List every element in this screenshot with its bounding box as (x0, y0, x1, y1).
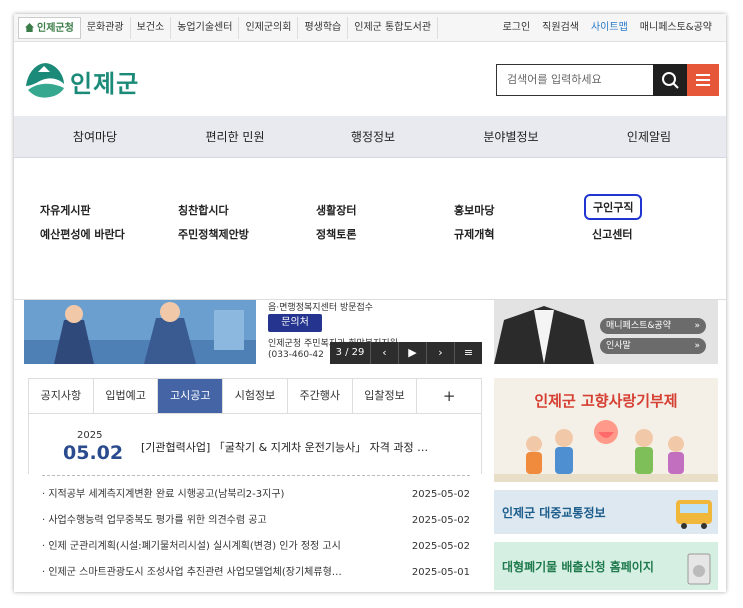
utility-bar: 인제군청 문화관광 보건소 농업기술센터 인제군의회 평생학습 인제군 통합도서… (14, 14, 726, 42)
logo-mountain-icon (26, 63, 64, 98)
tab-weekly-events[interactable]: 주간행사 (288, 379, 353, 413)
gnb-admin-info[interactable]: 행정정보 (308, 116, 438, 158)
bus-icon (676, 500, 712, 529)
list-item[interactable]: · 인제군 스마트관광도시 조성사업 추진관련 사업모델업체(장기체류형… 20… (42, 560, 470, 586)
link-injegun[interactable]: 인제군청 (18, 17, 81, 39)
list-icon: ≡ (463, 346, 474, 359)
tab-public-notice[interactable]: 고시공고 (158, 379, 224, 413)
main-navigation: 참여마당 편리한 민원 행정정보 분야별정보 인제알림 (14, 116, 726, 158)
slide-list-button[interactable]: ≡ (454, 342, 482, 364)
link-council[interactable]: 인제군의회 (239, 17, 299, 39)
main-visual-slider: 읍·면행정복지센터 방문접수 문의처 인제군청 주민복지과 희망복지지원 (03… (24, 300, 482, 364)
visual-illustration (24, 300, 256, 364)
chevron-right-icon: › (438, 346, 443, 359)
search-input[interactable]: 검색어를 입력하세요 (496, 64, 654, 96)
list-item[interactable]: · 지적공부 세계측지계변환 완료 시행공고(남북리2-3지구) 2025-05… (42, 482, 470, 508)
submenu-report-center[interactable]: 신고센터 (592, 226, 632, 242)
divider (42, 475, 470, 476)
family-site-links: 인제군청 문화관광 보건소 농업기술센터 인제군의회 평생학습 인제군 통합도서… (18, 17, 439, 39)
manifesto-button[interactable]: 매니페스트&공약» (600, 318, 706, 334)
double-chevron-icon: » (694, 321, 700, 331)
link-agri-center[interactable]: 농업기술센터 (171, 17, 240, 39)
notice-list: · 지적공부 세계측지계변환 완료 시행공고(남북리2-3지구) 2025-05… (42, 482, 470, 586)
submenu-policy-debate[interactable]: 정책토론 (316, 226, 356, 242)
site-logo[interactable]: 인제군 (24, 54, 154, 104)
submenu-regulation-reform[interactable]: 규제개혁 (454, 226, 494, 242)
submenu-market[interactable]: 생활장터 (316, 202, 356, 218)
featured-date: 05.02 (63, 442, 124, 464)
more-button[interactable]: + (417, 379, 481, 413)
featured-notice[interactable]: 2025 05.02 [기관협력사업] 「굴착기 & 지게차 운전기능사」 자격… (28, 414, 482, 474)
member-links: 로그인 직원검색 사이트맵 매니페스토&공약 (497, 17, 718, 39)
submenu-promotion[interactable]: 홍보마당 (454, 202, 494, 218)
slide-counter: 3 / 29 (335, 347, 365, 358)
submenu-job-board[interactable]: 구인구직 (584, 194, 643, 220)
list-item[interactable]: · 인제 군관리계획(시설:폐기물처리시설) 실시계획(변경) 인가 정정 고시… (42, 534, 470, 560)
submenu-policy-proposal[interactable]: 주민정책제안방 (178, 226, 249, 242)
link-library[interactable]: 인제군 통합도서관 (348, 17, 439, 39)
tab-notices[interactable]: 공지사항 (29, 379, 94, 413)
featured-year: 2025 (77, 430, 103, 441)
submenu-praise[interactable]: 칭찬합시다 (178, 202, 229, 218)
mayor-banner: 매니페스트&공약» 인사말» (494, 300, 718, 364)
next-slide-button[interactable]: › (426, 342, 454, 364)
public-transit-banner[interactable]: 인제군 대중교통정보 (494, 490, 718, 534)
gnb-field-info[interactable]: 분야별정보 (446, 116, 576, 158)
tab-bid-info[interactable]: 입찰정보 (353, 379, 418, 413)
gnb-participation[interactable]: 참여마당 (30, 116, 160, 158)
tab-legislation[interactable]: 입법예고 (94, 379, 159, 413)
chevron-left-icon: ‹ (382, 346, 387, 359)
submenu-budget[interactable]: 예산편성에 바란다 (40, 226, 125, 242)
visual-line-3: (033-460-42 (268, 350, 324, 360)
slider-controls: 3 / 29 ‹ ▶ › ≡ (330, 342, 482, 364)
double-chevron-icon: » (694, 341, 700, 351)
participation-submenu: 자유게시판 칭찬합시다 생활장터 홍보마당 구인구직 예산편성에 바란다 주민정… (14, 158, 726, 300)
board-tabs: 공지사항 입법예고 고시공고 시험정보 주간행사 입찰정보 + (28, 378, 482, 414)
gnb-notice[interactable]: 인제알림 (584, 116, 714, 158)
browser-page: 인제군청 문화관광 보건소 농업기술센터 인제군의회 평생학습 인제군 통합도서… (14, 14, 726, 592)
bulky-waste-banner[interactable]: 대형폐기물 배출신청 홈페이지 (494, 542, 718, 590)
contact-button[interactable]: 문의처 (268, 314, 322, 332)
home-icon (25, 23, 34, 32)
family-illustration (494, 420, 718, 482)
list-item[interactable]: · 사업수행능력 업무중복도 평가를 위한 의견수렴 공고 2025-05-02 (42, 508, 470, 534)
login-link[interactable]: 로그인 (497, 17, 537, 39)
link-culture-tour[interactable]: 문화관광 (80, 17, 131, 39)
play-button[interactable]: ▶ (398, 342, 426, 364)
sitemap-link[interactable]: 사이트맵 (585, 17, 634, 39)
staff-search-link[interactable]: 직원검색 (536, 17, 585, 39)
play-icon: ▶ (408, 346, 417, 359)
submenu-free-board[interactable]: 자유게시판 (40, 202, 91, 218)
logo-text: 인제군 (70, 70, 140, 98)
visual-line-1: 읍·면행정복지센터 방문접수 (268, 303, 374, 313)
manifesto-link[interactable]: 매니페스토&공약 (634, 17, 718, 39)
prev-slide-button[interactable]: ‹ (370, 342, 398, 364)
hamburger-icon (696, 74, 710, 76)
tab-exam-info[interactable]: 시험정보 (223, 379, 288, 413)
greeting-button[interactable]: 인사말» (600, 338, 706, 354)
search-button[interactable] (653, 64, 687, 96)
appliance-icon (687, 553, 711, 585)
link-lifelong-learning[interactable]: 평생학습 (298, 17, 349, 39)
gnb-civil-service[interactable]: 편리한 민원 (170, 116, 300, 158)
featured-title[interactable]: [기관협력사업] 「굴착기 & 지게차 운전기능사」 자격 과정 … (141, 439, 451, 455)
hometown-donation-banner[interactable]: 인제군 고향사랑기부제 (494, 378, 718, 482)
search-icon (662, 72, 679, 89)
link-health-center[interactable]: 보건소 (130, 17, 172, 39)
all-menu-button[interactable] (687, 64, 719, 96)
